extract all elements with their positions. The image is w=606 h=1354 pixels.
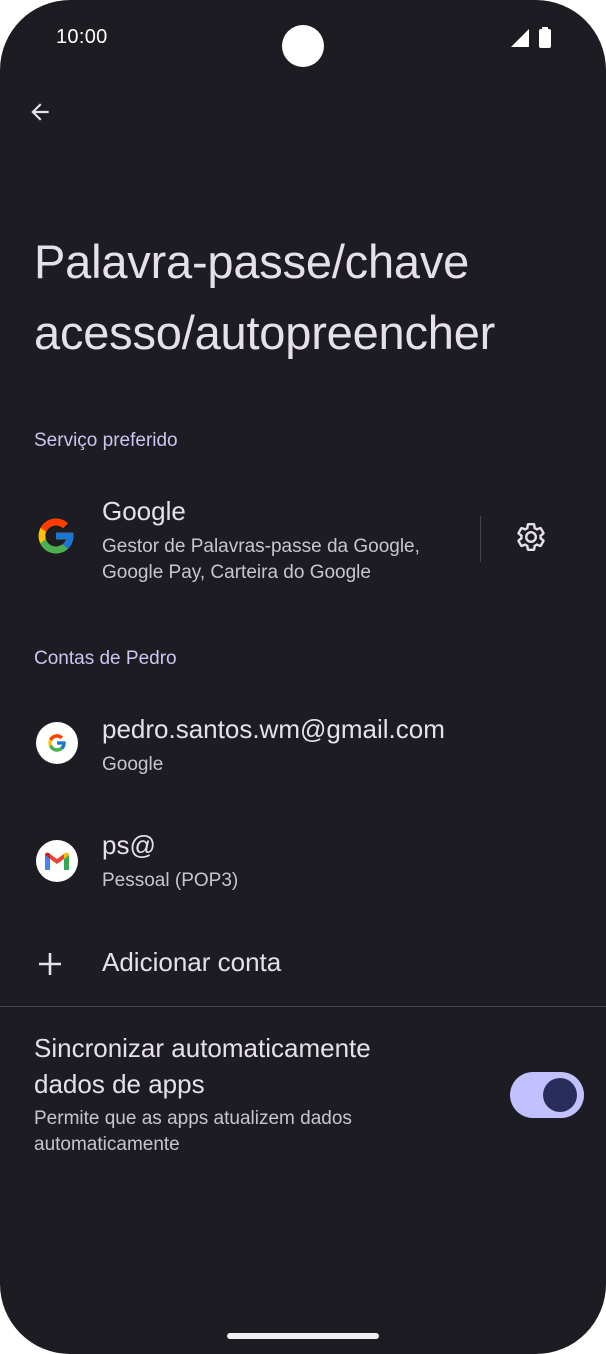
section-header-accounts: Contas de Pedro (34, 648, 177, 669)
arrow-back-icon (27, 99, 53, 130)
toggle-knob (543, 1078, 577, 1112)
divider (0, 1006, 606, 1007)
preferred-service-settings-button[interactable] (508, 516, 554, 562)
front-camera (282, 25, 324, 67)
battery-icon (538, 27, 552, 54)
auto-sync-toggle[interactable] (510, 1072, 584, 1118)
gmail-icon (36, 840, 78, 882)
auto-sync-title-line1: Sincronizar automaticamente (34, 1033, 371, 1063)
google-icon (36, 722, 78, 764)
account-type: Pessoal (POP3) (102, 870, 239, 891)
auto-sync-title: Sincronizar automaticamente dados de app… (34, 1030, 454, 1102)
preferred-service-description-line2: Google Pay, Carteira do Google (102, 562, 371, 583)
account-item-pop3[interactable]: ps@ Pessoal (POP3) (0, 818, 606, 908)
preferred-service-item[interactable]: Google Gestor de Palavras-passe da Googl… (0, 490, 606, 590)
page-title-line2: acesso/autopreencher (34, 306, 496, 359)
status-bar: 10:00 (0, 0, 606, 80)
vertical-divider (480, 516, 481, 562)
phone-screen: 10:00 Palavra-passe/chave acesso/autopre… (0, 0, 606, 1354)
account-type: Google (102, 754, 164, 775)
cellular-signal-icon (510, 28, 530, 53)
navigation-handle[interactable] (227, 1333, 379, 1339)
status-time: 10:00 (56, 26, 108, 48)
preferred-service-description: Gestor de Palavras-passe da Google, Goog… (102, 534, 420, 586)
page-title-line1: Palavra-passe/chave (34, 235, 470, 288)
auto-sync-description-line2: automaticamente (34, 1134, 180, 1155)
section-header-preferred-service: Serviço preferido (34, 430, 178, 451)
page-title: Palavra-passe/chave acesso/autopreencher (34, 226, 594, 368)
account-item-google[interactable]: pedro.santos.wm@gmail.com Google (0, 700, 606, 790)
preferred-service-name: Google (102, 496, 186, 526)
auto-sync-title-line2: dados de apps (34, 1069, 205, 1099)
auto-sync-description: Permite que as apps atualizem dados auto… (34, 1106, 454, 1158)
account-email: pedro.santos.wm@gmail.com (102, 714, 445, 744)
account-name: ps@ (102, 830, 156, 860)
google-icon (34, 514, 78, 563)
back-button[interactable] (20, 94, 60, 134)
auto-sync-description-line1: Permite que as apps atualizem dados (34, 1108, 352, 1129)
preferred-service-description-line1: Gestor de Palavras-passe da Google, (102, 536, 420, 557)
auto-sync-setting[interactable]: Sincronizar automaticamente dados de app… (0, 1030, 606, 1170)
add-account-label: Adicionar conta (102, 947, 282, 977)
add-account-button[interactable]: Adicionar conta (0, 930, 606, 996)
gear-icon (515, 521, 547, 558)
plus-icon (36, 950, 64, 983)
